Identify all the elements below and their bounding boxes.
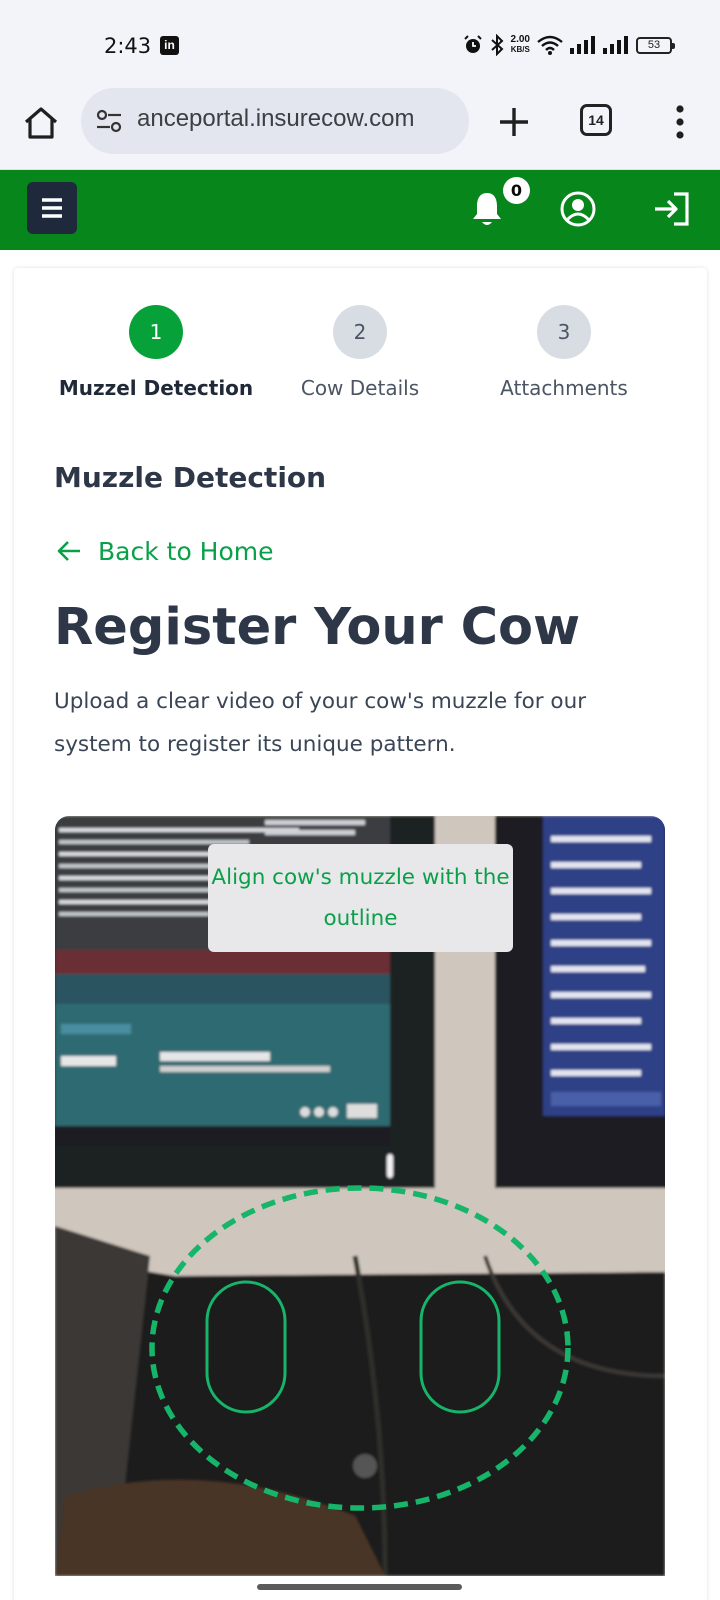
battery-icon: 53 (636, 36, 675, 54)
page-title: Register Your Cow (54, 598, 581, 657)
hamburger-icon (42, 198, 62, 218)
app-header: 0 (0, 170, 720, 250)
step-cow-details[interactable]: 2 Cow Details (250, 305, 470, 400)
arrow-left-icon (57, 541, 80, 561)
step-label: Attachments (500, 376, 628, 400)
step-number: 3 (537, 305, 591, 359)
status-bar: 2:43 in 2.00 KB/S 53 (0, 0, 720, 88)
section-title: Muzzle Detection (54, 461, 327, 494)
more-options-icon[interactable] (664, 102, 696, 142)
status-icons: 2.00 KB/S 53 (463, 32, 675, 58)
bell-icon[interactable] (470, 190, 504, 228)
step-label: Muzzel Detection (58, 376, 254, 400)
browser-toolbar: anceportal.insurecow.com 14 (0, 88, 720, 170)
new-tab-icon[interactable] (494, 102, 534, 142)
net-speed: 2.00 KB/S (510, 34, 530, 55)
step-attachments[interactable]: 3 Attachments (454, 305, 674, 400)
url-text[interactable]: anceportal.insurecow.com (137, 105, 414, 133)
menu-button[interactable] (27, 182, 77, 234)
notification-count-badge: 0 (503, 177, 530, 204)
gesture-home-bar[interactable] (257, 1584, 462, 1590)
site-settings-icon[interactable] (95, 108, 123, 134)
page-description: Upload a clear video of your cow's muzzl… (54, 689, 587, 757)
tab-switcher-button[interactable]: 14 (580, 104, 612, 136)
address-bar[interactable]: anceportal.insurecow.com (81, 88, 469, 154)
linkedin-icon: in (160, 36, 179, 55)
step-number: 2 (333, 305, 387, 359)
step-label: Cow Details (300, 376, 420, 400)
user-profile-icon[interactable] (559, 190, 597, 228)
camera-hint-tooltip: Align cow's muzzle with the outline (208, 844, 513, 952)
logout-icon[interactable] (652, 190, 692, 228)
status-time: 2:43 (104, 34, 152, 58)
step-number: 1 (129, 305, 183, 359)
bluetooth-icon (490, 34, 503, 56)
wifi-icon (537, 35, 563, 55)
signal-icon (570, 36, 595, 54)
signal-icon-2 (603, 36, 628, 54)
alarm-icon (463, 35, 482, 53)
home-icon[interactable] (20, 102, 62, 144)
back-to-home-link[interactable]: Back to Home (56, 534, 274, 568)
step-muzzle-detection[interactable]: 1 Muzzel Detection (46, 305, 266, 400)
back-link-label: Back to Home (98, 536, 274, 566)
